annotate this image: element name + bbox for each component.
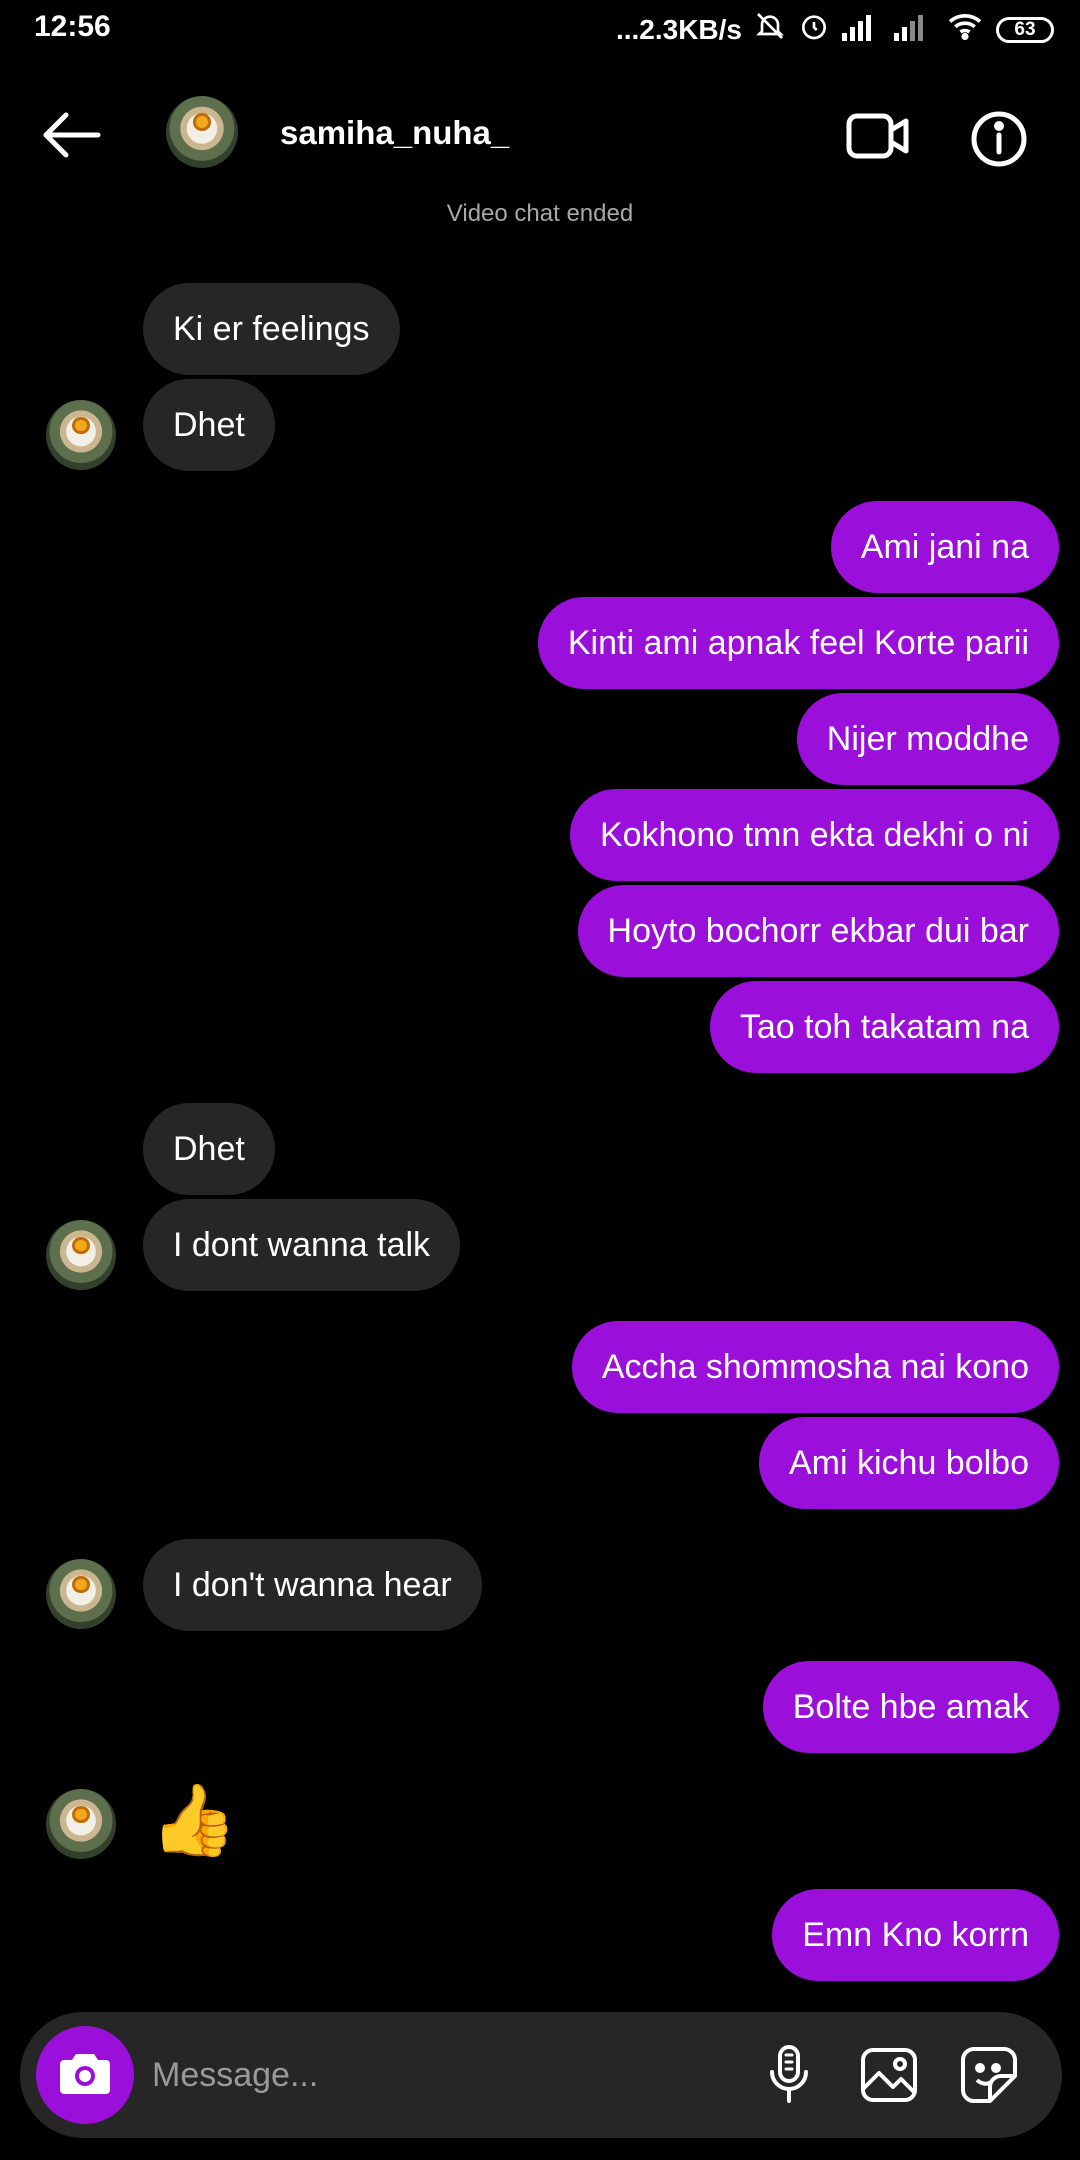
battery-indicator: 63 — [996, 16, 1054, 43]
wifi-icon — [946, 11, 984, 48]
sender-avatar — [46, 1559, 116, 1629]
incoming-message[interactable]: Ki er feelings — [143, 283, 400, 375]
outgoing-message[interactable]: Kokhono tmn ekta dekhi o ni — [569, 789, 1059, 881]
sender-avatar — [46, 1220, 116, 1290]
contact-avatar[interactable] — [166, 96, 238, 168]
info-icon[interactable] — [970, 110, 1028, 173]
outgoing-message[interactable]: Accha shommosha nai kono — [571, 1321, 1059, 1413]
outgoing-message[interactable]: Emn Kno korrn — [772, 1889, 1059, 1981]
sender-avatar — [46, 1789, 116, 1859]
contact-username[interactable]: samiha_nuha_ — [280, 114, 509, 152]
gallery-icon[interactable] — [856, 2042, 922, 2108]
outgoing-message[interactable]: Kinti ami apnak feel Korte parii — [537, 597, 1059, 689]
sender-avatar — [46, 400, 116, 470]
incoming-message[interactable]: I dont wanna talk — [143, 1199, 461, 1291]
thumbs-up-emoji[interactable]: 👍 — [150, 1780, 237, 1862]
outgoing-message[interactable]: Hoyto bochorr ekbar dui bar — [577, 885, 1059, 977]
message-composer — [20, 2012, 1062, 2138]
video-call-icon[interactable] — [846, 112, 910, 165]
network-speed: ...2.3KB/s — [615, 13, 742, 45]
message-input[interactable] — [150, 2044, 714, 2106]
back-arrow-icon[interactable] — [40, 110, 102, 165]
incoming-message[interactable]: I don't wanna hear — [143, 1539, 482, 1631]
outgoing-message[interactable]: Bolte hbe amak — [762, 1661, 1059, 1753]
incoming-message[interactable]: Dhet — [143, 379, 275, 471]
mute-icon — [754, 10, 786, 49]
status-bar: 12:56 ...2.3KB/s 63 — [0, 0, 1080, 62]
outgoing-message[interactable]: Ami kichu bolbo — [758, 1417, 1059, 1509]
incoming-message[interactable]: Dhet — [143, 1103, 275, 1195]
signal-icon — [842, 11, 882, 48]
camera-icon — [58, 2050, 112, 2101]
outgoing-message[interactable]: Tao toh takatam na — [709, 981, 1059, 1073]
alarm-icon — [798, 10, 830, 49]
outgoing-message[interactable]: Ami jani na — [830, 501, 1059, 593]
status-time: 12:56 — [34, 10, 111, 43]
signal-icon-2 — [894, 11, 934, 48]
status-icons: ...2.3KB/s 63 — [616, 10, 1054, 49]
chat-header: samiha_nuha_ — [0, 62, 1080, 212]
outgoing-message[interactable]: Nijer moddhe — [796, 693, 1059, 785]
microphone-icon[interactable] — [756, 2042, 822, 2108]
system-message: Video chat ended — [446, 200, 634, 227]
camera-button[interactable] — [36, 2026, 134, 2124]
sticker-icon[interactable] — [956, 2042, 1022, 2108]
